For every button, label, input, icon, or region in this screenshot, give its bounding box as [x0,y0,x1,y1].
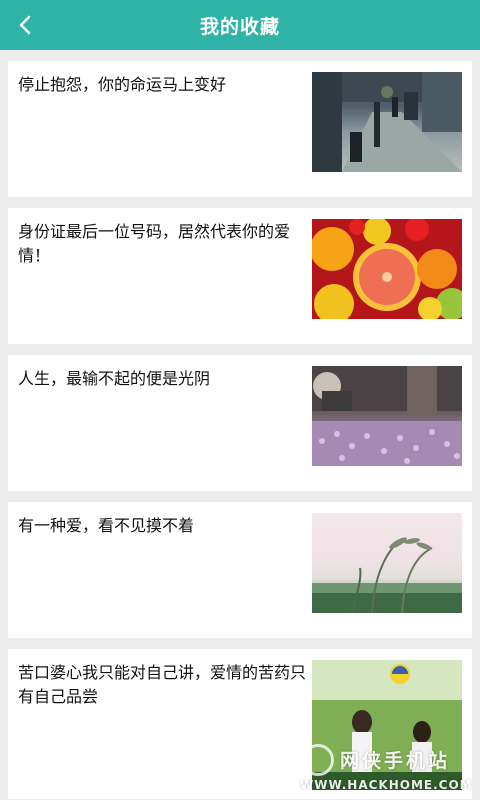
favorite-item[interactable]: 停止抱怨，你的命运马上变好 [8,61,472,197]
page-title: 我的收藏 [199,15,280,38]
thumbnail-purple-flower-field [312,366,462,466]
favorite-item[interactable]: 有一种爱，看不见摸不着 [8,502,472,638]
thumbnail-citrus-fruits [312,219,462,319]
favorite-title: 有一种爱，看不见摸不着 [18,516,195,535]
top-bar: 我的收藏 [0,0,480,50]
favorite-title: 身份证最后一位号码，居然代表你的爱情！ [18,222,291,265]
thumbnail-street-scene [312,72,462,172]
favorite-item[interactable]: 苦口婆心我只能对自己讲，爱情的苦药只有自己品尝 [8,649,472,799]
thumbnail-girls-volleyball [312,660,462,790]
thumbnail-grass-stems [312,513,462,613]
favorites-list: 停止抱怨，你的命运马上变好 身份证最后一位号码，居然代表你的爱情！ 人生，最输不… [0,50,480,799]
favorite-title: 停止抱怨，你的命运马上变好 [18,75,227,94]
favorite-title: 苦口婆心我只能对自己讲，爱情的苦药只有自己品尝 [18,663,307,706]
favorite-title: 人生，最输不起的便是光阴 [18,369,211,388]
favorite-item[interactable]: 人生，最输不起的便是光阴 [8,355,472,491]
back-button[interactable] [10,10,40,40]
chevron-left-icon [19,15,31,35]
favorite-item[interactable]: 身份证最后一位号码，居然代表你的爱情！ [8,208,472,344]
favorites-screen: 我的收藏 停止抱怨，你的命运马上变好 身份证最后一位号码，居然代表你的爱情！ 人… [0,0,480,800]
